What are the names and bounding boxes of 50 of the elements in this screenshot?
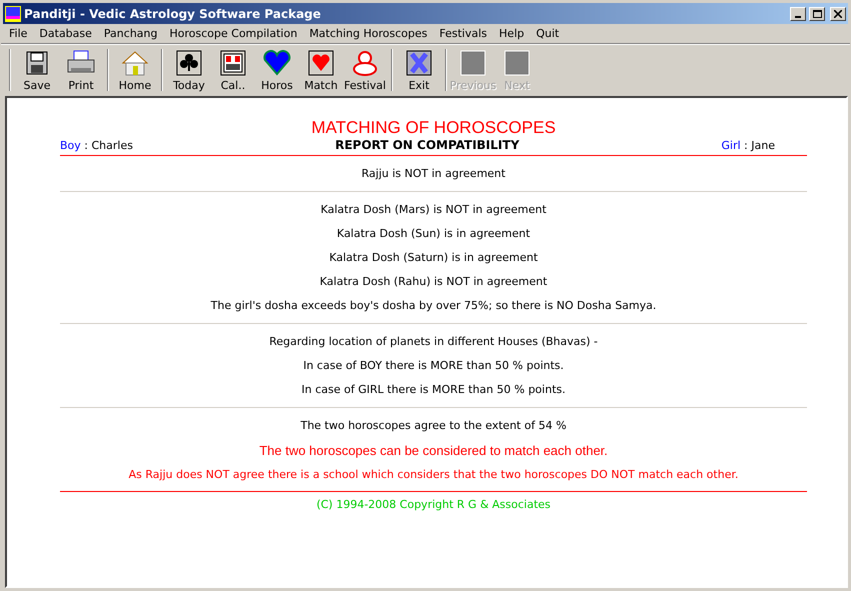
toolbar-button[interactable]: Exit <box>397 46 441 94</box>
report-subheading: REPORT ON COMPATIBILITY <box>335 138 520 152</box>
app-icon <box>5 6 21 22</box>
report-line: Rajju is NOT in agreement <box>362 167 506 180</box>
minimize-icon <box>795 16 801 18</box>
blank-icon <box>458 50 488 76</box>
report-line: In case of GIRL there is MORE than 50 % points. <box>302 383 566 396</box>
heart-icon <box>262 50 292 76</box>
report-line: In case of BOY there is MORE than 50 % points. <box>303 359 564 372</box>
report-line: The two horoscopes agree to the extent of 54 % <box>300 419 566 432</box>
report-line: The girl's dosha exceeds boy's dosha by over 75%; so there is NO Dosha Samya. <box>210 299 656 312</box>
menu-item[interactable]: Quit <box>530 27 566 40</box>
calendar-icon <box>218 50 248 76</box>
menu-item[interactable]: Festivals <box>433 27 494 40</box>
report-line: Kalatra Dosh (Sun) is in agreement <box>336 227 530 240</box>
toolbar-button[interactable]: Festival <box>343 46 387 94</box>
maximize-button[interactable] <box>809 6 825 20</box>
report-line: Kalatra Dosh (Saturn) is in agreement <box>329 251 538 264</box>
report-heading: MATCHING OF HOROSCOPES <box>310 118 557 138</box>
close-icon <box>834 10 842 18</box>
report-line: Kalatra Dosh (Mars) is NOT in agreement <box>320 203 546 216</box>
minimize-button[interactable] <box>790 6 806 20</box>
toolbar-button[interactable]: Match <box>299 46 343 94</box>
toolbar-button[interactable]: Save <box>15 46 59 94</box>
menu-item[interactable]: Matching Horoscopes <box>303 27 434 40</box>
maximize-icon <box>812 10 822 18</box>
report-line: Kalatra Dosh (Rahu) is NOT in agreement <box>320 275 548 288</box>
house-icon <box>120 50 150 76</box>
window-title: Panditji - Vedic Astrology Software Package <box>24 6 322 20</box>
deity-figure-icon <box>350 50 380 76</box>
report-line: Regarding location of planets in different Houses (Bhavas) - <box>269 335 598 348</box>
match-conclusion: The two horoscopes can be considered to match each other. <box>259 443 608 458</box>
toolbar-button[interactable]: Today <box>167 46 211 94</box>
menu-item[interactable]: Help <box>493 27 530 40</box>
toolbar-button[interactable]: Print <box>59 46 103 94</box>
toolbar-button[interactable]: Home <box>113 46 157 94</box>
toolbar-button[interactable]: Horos <box>255 46 299 94</box>
club-icon <box>174 50 204 76</box>
menu-item[interactable]: Horoscope Compilation <box>164 27 304 40</box>
girl-name: Girl : Jane <box>721 138 775 152</box>
menu-item[interactable]: Panchang <box>98 27 164 40</box>
copyright-text: (C) 1994-2008 Copyright R G & Associates <box>315 497 552 511</box>
close-button[interactable] <box>830 6 846 20</box>
blank-icon <box>502 50 532 76</box>
toolbar-button[interactable]: Cal.. <box>211 46 255 94</box>
x-icon <box>404 50 434 76</box>
menu-item[interactable]: Database <box>33 27 98 40</box>
menu-item[interactable]: File <box>3 27 34 40</box>
warning-note: As Rajju does NOT agree there is a school which considers that the two horoscopes DO NOT match each other. <box>128 468 738 481</box>
boy-name: Boy : Charles <box>60 138 133 152</box>
